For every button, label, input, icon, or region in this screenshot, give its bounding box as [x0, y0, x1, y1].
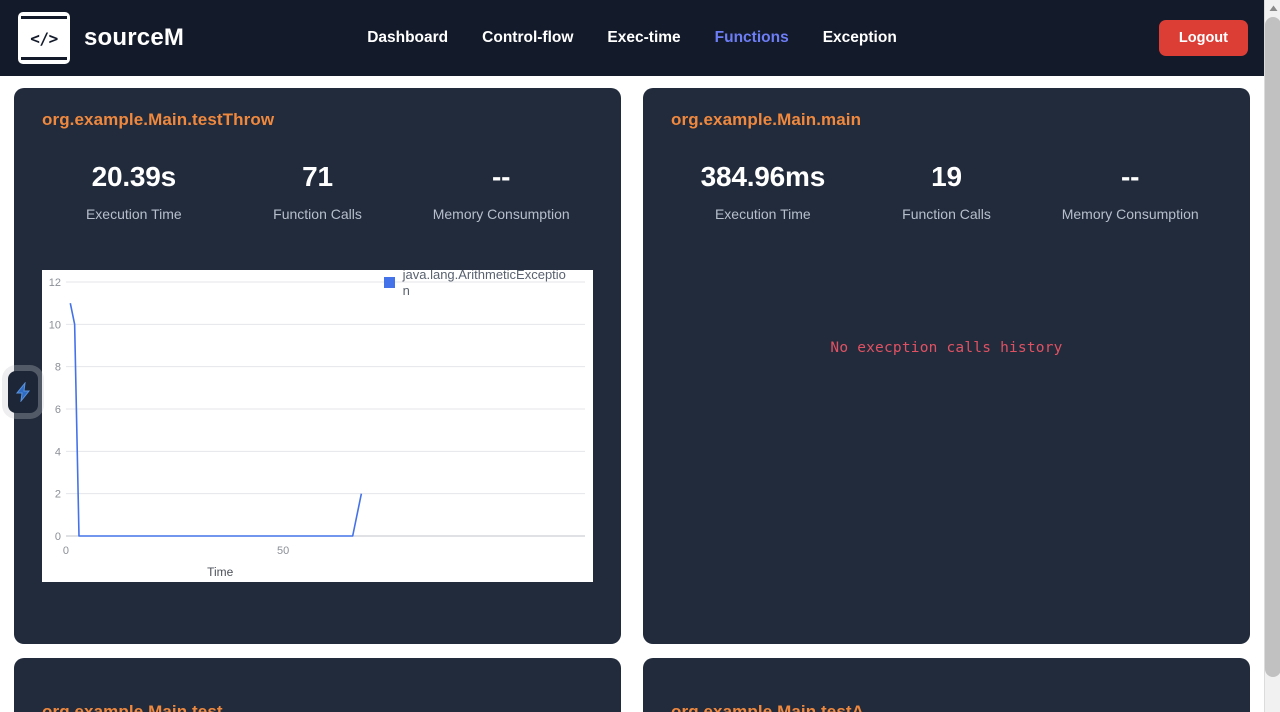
scroll-up-arrow-icon[interactable]: [1265, 0, 1280, 17]
legend-swatch-icon: [383, 277, 395, 289]
function-card-testThrow[interactable]: org.example.Main.testThrow 20.39s Execut…: [14, 88, 621, 644]
brand-name: sourceM: [84, 24, 185, 51]
stat-value: --: [492, 161, 511, 192]
nav-link-exception[interactable]: Exception: [806, 21, 914, 55]
top-navbar: </> sourceM Dashboard Control-flow Exec-…: [0, 0, 1264, 76]
app-root: </> sourceM Dashboard Control-flow Exec-…: [0, 0, 1280, 712]
chart-legend[interactable]: java.lang.ArithmeticException: [383, 269, 571, 300]
stat-label: Function Calls: [273, 205, 362, 222]
chart-svg: 0 2 4 6 8 10 12 0 50 Time: [49, 277, 586, 579]
page-viewport: </> sourceM Dashboard Control-flow Exec-…: [0, 0, 1264, 712]
svg-text:0: 0: [55, 531, 61, 543]
stats-row: 384.96ms Execution Time 19 Function Call…: [671, 160, 1222, 222]
svg-text:6: 6: [55, 404, 61, 416]
svg-text:50: 50: [277, 545, 289, 557]
stat-function-calls: 19 Function Calls: [855, 160, 1039, 222]
svg-text:2: 2: [55, 488, 61, 500]
scrollbar-thumb[interactable]: [1265, 17, 1280, 677]
function-card-title: org.example.Main.test: [42, 702, 223, 712]
svg-text:0: 0: [63, 545, 69, 557]
function-cards-grid: org.example.Main.testThrow 20.39s Execut…: [0, 76, 1264, 712]
function-card-main[interactable]: org.example.Main.main 384.96ms Execution…: [643, 88, 1250, 644]
empty-state-message: No execption calls history: [830, 339, 1063, 356]
stat-value: 384.96ms: [700, 161, 826, 192]
stat-execution-time: 20.39s Execution Time: [42, 160, 226, 222]
code-brackets-logo-icon: </>: [18, 12, 70, 64]
function-card-title: org.example.Main.testA: [671, 702, 865, 712]
svg-text:Time: Time: [207, 565, 233, 579]
logout-button[interactable]: Logout: [1158, 20, 1248, 56]
logo-bar-bottom: [21, 57, 67, 60]
lightning-icon: [15, 382, 31, 402]
nav-link-control-flow[interactable]: Control-flow: [465, 21, 590, 55]
stat-label: Execution Time: [85, 205, 182, 222]
svg-text:4: 4: [55, 446, 61, 458]
legend-label: java.lang.ArithmeticException: [402, 269, 566, 298]
function-card-title: org.example.Main.main: [671, 110, 862, 129]
stat-memory-consumption: -- Memory Consumption: [1038, 160, 1222, 222]
brand[interactable]: </> sourceM: [18, 12, 184, 64]
nav-link-dashboard[interactable]: Dashboard: [350, 21, 465, 55]
stat-label: Function Calls: [902, 205, 991, 222]
stat-value: 71: [302, 161, 333, 192]
vertical-scrollbar[interactable]: [1264, 0, 1280, 712]
exception-calls-line-chart[interactable]: 0 2 4 6 8 10 12 0 50 Time java.lang.ArithmeticExc…: [42, 269, 593, 582]
logo-glyph: </>: [21, 22, 67, 54]
stat-function-calls: 71 Function Calls: [226, 160, 410, 222]
nav-links: Dashboard Control-flow Exec-time Functio…: [0, 21, 1264, 55]
stat-execution-time: 384.96ms Execution Time: [671, 160, 855, 222]
function-card-testA[interactable]: org.example.Main.testA: [643, 658, 1250, 712]
stat-label: Memory Consumption: [432, 205, 570, 222]
stats-row: 20.39s Execution Time 71 Function Calls …: [42, 160, 593, 222]
function-card-test[interactable]: org.example.Main.test: [14, 658, 621, 712]
logo-bar-top: [21, 16, 67, 19]
svg-text:8: 8: [55, 361, 61, 373]
stat-memory-consumption: -- Memory Consumption: [409, 160, 593, 222]
stat-value: 20.39s: [91, 161, 177, 192]
stat-label: Execution Time: [714, 205, 811, 222]
lightning-icon-tab[interactable]: [8, 371, 38, 413]
function-card-title: org.example.Main.testThrow: [42, 110, 275, 129]
stat-label: Memory Consumption: [1061, 205, 1199, 222]
svg-text:12: 12: [49, 277, 61, 289]
svg-text:10: 10: [49, 319, 61, 331]
stat-value: 19: [931, 161, 962, 192]
stat-value: --: [1121, 161, 1140, 192]
nav-link-exec-time[interactable]: Exec-time: [590, 21, 697, 55]
nav-link-functions[interactable]: Functions: [698, 21, 806, 55]
